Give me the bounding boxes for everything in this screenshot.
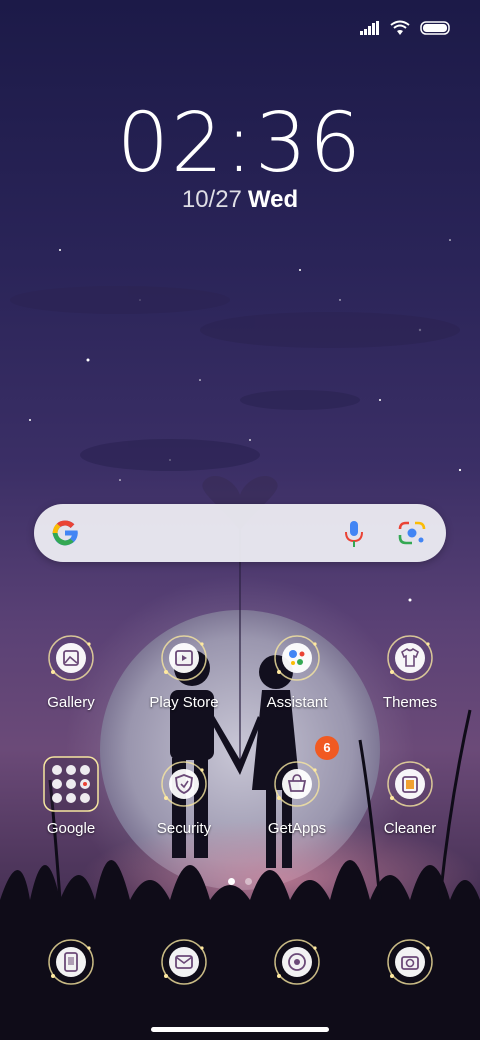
assistant-icon	[269, 630, 325, 686]
app-security[interactable]: Security	[127, 756, 241, 837]
messages-icon	[156, 934, 212, 990]
play-store-icon	[156, 630, 212, 686]
clouds	[10, 286, 460, 471]
google-lens-icon[interactable]	[398, 520, 426, 546]
wifi-icon	[390, 20, 410, 35]
app-label: Cleaner	[383, 820, 437, 837]
camera-icon	[382, 934, 438, 990]
app-gallery[interactable]: Gallery	[14, 630, 128, 711]
dock-messages[interactable]	[127, 934, 241, 990]
google-g-icon	[52, 520, 78, 546]
app-cleaner[interactable]: Cleaner	[353, 756, 467, 837]
getapps-icon: 6	[269, 736, 339, 812]
browser-icon	[269, 934, 325, 990]
microphone-icon[interactable]	[342, 520, 366, 548]
lock-time: 02:36	[116, 96, 364, 191]
battery-icon	[420, 21, 450, 35]
signal-icon	[360, 21, 379, 35]
app-play-store[interactable]: Play Store	[127, 630, 241, 711]
app-themes[interactable]: Themes	[353, 630, 467, 711]
google-search-bar[interactable]	[34, 504, 446, 562]
lock-date: 10/27 Wed	[0, 186, 480, 214]
gallery-icon	[43, 630, 99, 686]
app-label: Assistant	[266, 694, 328, 711]
themes-icon	[382, 630, 438, 686]
app-google-folder[interactable]: Google	[14, 756, 128, 837]
notification-badge: 6	[315, 736, 339, 760]
status-bar	[360, 14, 450, 42]
app-label: Gallery	[47, 694, 95, 711]
app-label: GetApps	[267, 820, 327, 837]
home-gesture-bar[interactable]	[151, 1027, 329, 1032]
page-dot	[245, 878, 252, 885]
dock-browser[interactable]	[240, 934, 354, 990]
app-assistant[interactable]: Assistant	[240, 630, 354, 711]
dock-phone[interactable]	[14, 934, 128, 990]
weekday-text: Wed	[247, 186, 299, 213]
app-label: Google	[46, 820, 96, 837]
security-icon	[156, 756, 212, 812]
date-text: 10/27	[181, 186, 242, 213]
app-label: Play Store	[149, 694, 219, 711]
phone-icon	[43, 934, 99, 990]
app-label: Security	[156, 820, 212, 837]
page-indicator	[0, 878, 480, 885]
page-dot-active	[228, 878, 235, 885]
dock-camera[interactable]	[353, 934, 467, 990]
google-folder-icon	[43, 756, 99, 812]
app-getapps[interactable]: 6 GetApps	[240, 736, 354, 837]
app-label: Themes	[382, 694, 438, 711]
cleaner-icon	[382, 756, 438, 812]
